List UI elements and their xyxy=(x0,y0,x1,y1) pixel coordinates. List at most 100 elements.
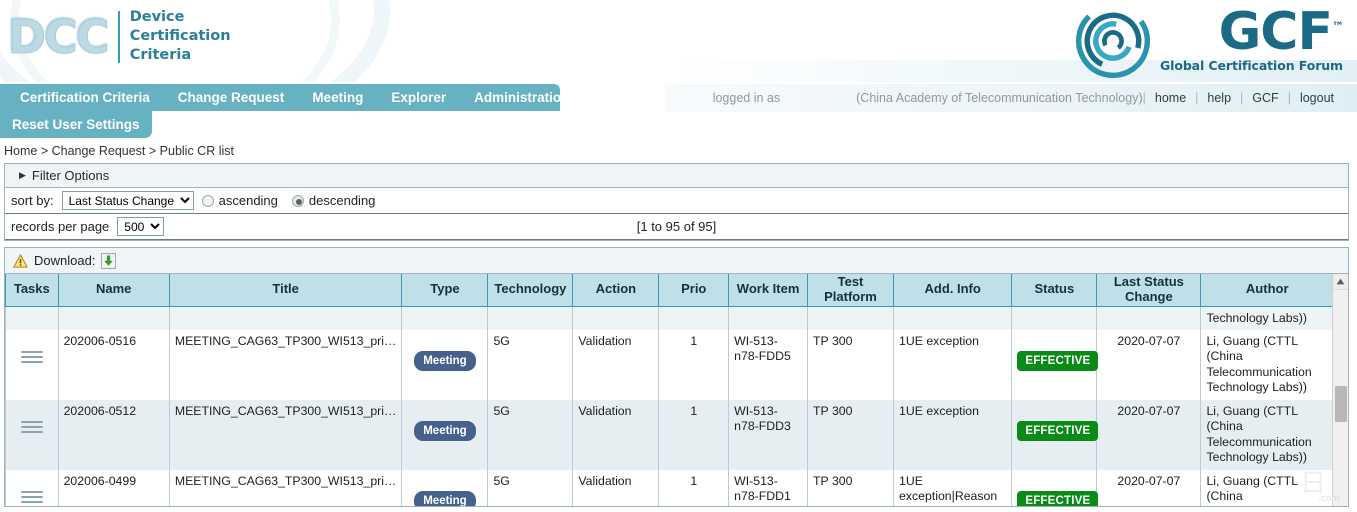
cell-status: EFFECTIVE xyxy=(1011,329,1099,400)
column-header-status[interactable]: Status xyxy=(1011,274,1098,307)
cell-test-platform: TP 300 xyxy=(807,329,894,400)
cell-title[interactable]: MEETING_CAG63_TP300_WI513_prio... xyxy=(168,329,403,400)
gcf-trademark-symbol: ™ xyxy=(1332,19,1344,34)
column-header-test-platform[interactable]: Test Platform xyxy=(807,274,894,307)
nav-bar: Certification Criteria Change Request Me… xyxy=(0,84,569,111)
nav-item-change-request[interactable]: Change Request xyxy=(164,84,299,111)
records-per-page-row: records per page 500 [1 to 95 of 95] xyxy=(5,214,1348,240)
scrollbar-thumb[interactable] xyxy=(1335,386,1347,422)
sort-by-select[interactable]: Last Status Change xyxy=(61,191,194,210)
dcc-subtitle-line-2: Certification xyxy=(129,28,231,45)
hamburger-menu-icon[interactable] xyxy=(20,488,43,506)
scroll-up-arrow-icon[interactable] xyxy=(1333,274,1348,290)
cell-prio xyxy=(658,306,730,330)
cell-type xyxy=(401,306,489,330)
dcc-logo-text: DCC xyxy=(8,9,111,64)
column-header-technology[interactable]: Technology xyxy=(487,274,574,307)
filter-options-toggle[interactable]: ▶ Filter Options xyxy=(5,164,1348,188)
column-header-add-info[interactable]: Add. Info xyxy=(892,274,1013,307)
main-navigation: Certification Criteria Change Request Me… xyxy=(0,84,569,138)
cell-last-status-change: 2020-07-07 xyxy=(1096,329,1202,400)
status-badge: EFFECTIVE xyxy=(1017,490,1099,506)
cell-tasks[interactable] xyxy=(5,329,59,400)
cell-add-info xyxy=(892,306,1013,330)
sort-descending-option[interactable]: descending xyxy=(291,193,376,208)
sort-ascending-option[interactable]: ascending xyxy=(201,193,278,208)
descending-radio[interactable] xyxy=(291,194,304,207)
record-range-text: [1 to 95 of 95] xyxy=(636,219,717,234)
page-header: DCC Device Certification Criteria GCF™ G… xyxy=(0,0,1357,82)
cell-type: Meeting xyxy=(401,469,489,506)
nav-item-reset-user-settings[interactable]: Reset User Settings xyxy=(0,111,152,138)
table-row[interactable]: 202006-0516 MEETING_CAG63_TP300_WI513_pr… xyxy=(5,329,1334,400)
table-row-partial-top[interactable]: Technology Labs)) xyxy=(5,306,1334,330)
cell-name[interactable]: 202006-0516 xyxy=(57,329,170,400)
cell-title xyxy=(168,306,403,330)
cell-add-info: 1UE exception xyxy=(892,329,1013,400)
descending-label: descending xyxy=(308,193,376,208)
hamburger-menu-icon[interactable] xyxy=(20,348,43,366)
cell-tasks[interactable] xyxy=(5,399,59,470)
column-header-name[interactable]: Name xyxy=(57,274,170,307)
cell-technology: 5G xyxy=(487,469,574,506)
sort-row: sort by: Last Status Change ascending de… xyxy=(5,188,1348,214)
table-header-row: Tasks Name Title Type Technology Action … xyxy=(5,274,1334,307)
gcf-swirl-icon xyxy=(1075,3,1151,79)
column-header-title[interactable]: Title xyxy=(168,274,403,307)
cell-last-status-change: 2020-07-07 xyxy=(1096,399,1202,470)
table-row[interactable]: 202006-0499 MEETING_CAG63_TP300_WI513_pr… xyxy=(5,469,1334,506)
cell-add-info: 1UE exception xyxy=(892,399,1013,470)
cell-status xyxy=(1011,306,1098,330)
cell-work-item: WI-513-n78-FDD1 xyxy=(728,469,809,506)
cell-prio: 1 xyxy=(658,469,730,506)
table-row[interactable]: 202006-0512 MEETING_CAG63_TP300_WI513_pr… xyxy=(5,399,1334,470)
cr-list-table-container: Tasks Name Title Type Technology Action … xyxy=(4,273,1349,507)
gcf-logo[interactable]: GCF™ Global Certification Forum xyxy=(1074,2,1344,80)
download-row: Download: xyxy=(4,247,1349,273)
column-header-tasks[interactable]: Tasks xyxy=(5,274,59,307)
cell-work-item: WI-513-n78-FDD3 xyxy=(728,399,809,470)
dcc-subtitle-line-3: Criteria xyxy=(129,47,192,64)
table-vertical-scrollbar[interactable] xyxy=(1332,274,1348,506)
nav-item-administration[interactable]: Administration xyxy=(460,84,583,111)
column-header-prio[interactable]: Prio xyxy=(658,274,730,307)
home-link[interactable]: home xyxy=(1146,91,1195,105)
help-link[interactable]: help xyxy=(1198,91,1240,105)
cell-action: Validation xyxy=(572,469,660,506)
cell-prio: 1 xyxy=(658,329,730,400)
column-header-last-status-change[interactable]: Last Status Change xyxy=(1096,274,1202,307)
cell-author: Li, Guang (CTTL (China Telecommunication… xyxy=(1200,329,1334,400)
records-per-page-select[interactable]: 500 xyxy=(117,217,165,236)
filter-options-label: Filter Options xyxy=(31,168,110,183)
column-header-type[interactable]: Type xyxy=(401,274,489,307)
cell-name[interactable]: 202006-0499 xyxy=(57,469,170,506)
triangle-right-icon: ▶ xyxy=(19,170,26,180)
logged-in-organization: (China Academy of Telecommunication Tech… xyxy=(856,91,1143,105)
gcf-word-text: GCF xyxy=(1218,2,1333,63)
dcc-logo[interactable]: DCC Device Certification Criteria xyxy=(8,8,231,65)
download-arrow-icon[interactable] xyxy=(101,252,117,269)
cell-technology: 5G xyxy=(487,329,574,400)
nav-item-explorer[interactable]: Explorer xyxy=(377,84,460,111)
column-header-author[interactable]: Author xyxy=(1200,274,1334,307)
logout-link[interactable]: logout xyxy=(1291,91,1343,105)
cell-name[interactable]: 202006-0512 xyxy=(57,399,170,470)
column-header-action[interactable]: Action xyxy=(572,274,660,307)
cell-tasks[interactable] xyxy=(5,469,59,506)
cell-technology: 5G xyxy=(487,399,574,470)
gcf-logo-text-block: GCF™ Global Certification Forum xyxy=(1160,6,1344,73)
cell-title[interactable]: MEETING_CAG63_TP300_WI513_prio... xyxy=(168,399,403,470)
ascending-radio[interactable] xyxy=(201,194,214,207)
nav-item-meeting[interactable]: Meeting xyxy=(298,84,377,111)
ascending-label: ascending xyxy=(218,193,278,208)
gcf-link[interactable]: GCF xyxy=(1243,91,1287,105)
column-header-work-item[interactable]: Work Item xyxy=(728,274,809,307)
nav-item-certification-criteria[interactable]: Certification Criteria xyxy=(6,84,164,111)
cell-title[interactable]: MEETING_CAG63_TP300_WI513_prio... xyxy=(168,469,403,506)
logged-in-prefix: logged in as xyxy=(712,91,781,105)
cell-add-info: 1UE exception|Reason 2/3 xyxy=(892,469,1013,506)
cell-test-platform: TP 300 xyxy=(807,399,894,470)
cell-technology xyxy=(487,306,574,330)
hamburger-menu-icon[interactable] xyxy=(20,418,43,436)
breadcrumb: Home > Change Request > Public CR list xyxy=(4,144,234,158)
